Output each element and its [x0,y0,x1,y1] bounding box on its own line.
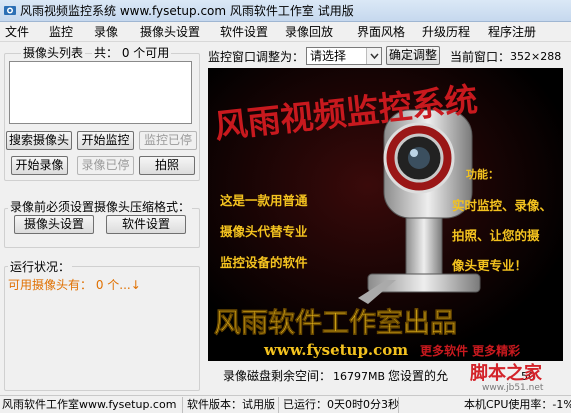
video-left-line-2: 摄像头代替专业 [220,224,308,239]
monitor-size-select-value: 请选择 [310,49,347,63]
video-url-text: www.fysetup.com [263,341,408,359]
title-bar: 风雨视频监控系统 www.fysetup.com 风雨软件工作室 试用版 [0,0,571,22]
camera-list-label: 摄像头列表 [21,46,86,60]
record-stopped-button[interactable]: 录像已停 [77,156,134,175]
site-watermark: 脚本之家 www.jb51.net [462,364,567,394]
disk-space-note: 您设置的允 [388,369,449,383]
current-window-size: 352×288 [510,50,562,63]
video-left-line-1: 这是一款用普通 [220,193,308,208]
video-studio-text: 风雨软件工作室出品 [214,307,457,339]
confirm-adjust-button[interactable]: 确定调整 [386,46,440,65]
video-right-line-2: 拍照、让您的摄 [452,228,540,243]
menu-upgrade-history[interactable]: 升级历程 [422,24,470,40]
camera-listbox[interactable] [9,61,192,124]
video-right-line-3: 像头更专业！ [452,258,527,273]
camera-settings-button[interactable]: 摄像头设置 [14,215,94,234]
monitor-stopped-button[interactable]: 监控已停 [139,131,197,150]
start-monitor-button[interactable]: 开始监控 [77,131,134,150]
software-settings-button[interactable]: 软件设置 [106,215,186,234]
run-status-text: 可用摄像头有： 0 个...↓ [8,278,141,292]
status-uptime: 已运行：0天0时0分3秒 [283,397,399,413]
disk-space-label: 录像磁盘剩余空间： [223,369,332,383]
menu-monitor[interactable]: 监控 [49,24,73,40]
video-slogan-text: 更多软件 更多精彩 [420,343,520,358]
menu-camera-settings[interactable]: 摄像头设置 [140,24,200,40]
monitor-adjust-label: 监控窗口调整为： [208,50,305,64]
video-splash: 风雨视频监控系统 这是一款用普通 摄像头代替专业 监控设备的软件 功能： 实时监… [208,68,563,361]
search-cameras-button[interactable]: 搜索摄像头 [6,131,72,150]
current-window-label: 当前窗口： [450,50,511,64]
video-right-line-1: 实时监控、录像、 [452,198,552,213]
menu-playback[interactable]: 录像回放 [285,24,333,40]
window-title: 风雨视频监控系统 www.fysetup.com 风雨软件工作室 试用版 [20,4,354,18]
watermark-brand: 脚本之家 [470,363,542,384]
video-left-line-3: 监控设备的软件 [220,255,308,270]
menu-skin[interactable]: 界面风格 [357,24,405,40]
run-status-label: 运行状况： [8,260,73,274]
monitor-size-select[interactable]: 请选择 [306,47,382,65]
status-cpu: 本机CPU使用率：-1% [464,398,571,411]
menu-file[interactable]: 文件 [5,24,29,40]
menu-bar: 文件 监控 录像 摄像头设置 软件设置 录像回放 界面风格 升级历程 程序注册 [0,22,571,42]
snapshot-button[interactable]: 拍照 [139,156,195,175]
menu-register[interactable]: 程序注册 [488,24,536,40]
app-icon [4,6,16,15]
video-preview[interactable]: 风雨视频监控系统 这是一款用普通 摄像头代替专业 监控设备的软件 功能： 实时监… [208,68,563,361]
status-studio: 风雨软件工作室www.fysetup.com [0,397,183,413]
camera-count: 共： 0 个可用 [92,46,172,60]
compression-label: 录像前必须设置摄像头压缩格式： [8,200,193,214]
video-right-title: 功能： [466,167,499,181]
start-record-button[interactable]: 开始录像 [11,156,68,175]
chevron-down-icon[interactable] [366,48,381,64]
menu-software-settings[interactable]: 软件设置 [220,24,268,40]
menu-record[interactable]: 录像 [94,24,118,40]
disk-space-free: 16797MB [333,370,386,383]
status-version: 软件版本：试用版 [185,397,279,413]
watermark-url: www.jb51.net [482,383,544,393]
status-bar: 风雨软件工作室www.fysetup.com 软件版本：试用版 已运行：0天0时… [0,395,571,413]
